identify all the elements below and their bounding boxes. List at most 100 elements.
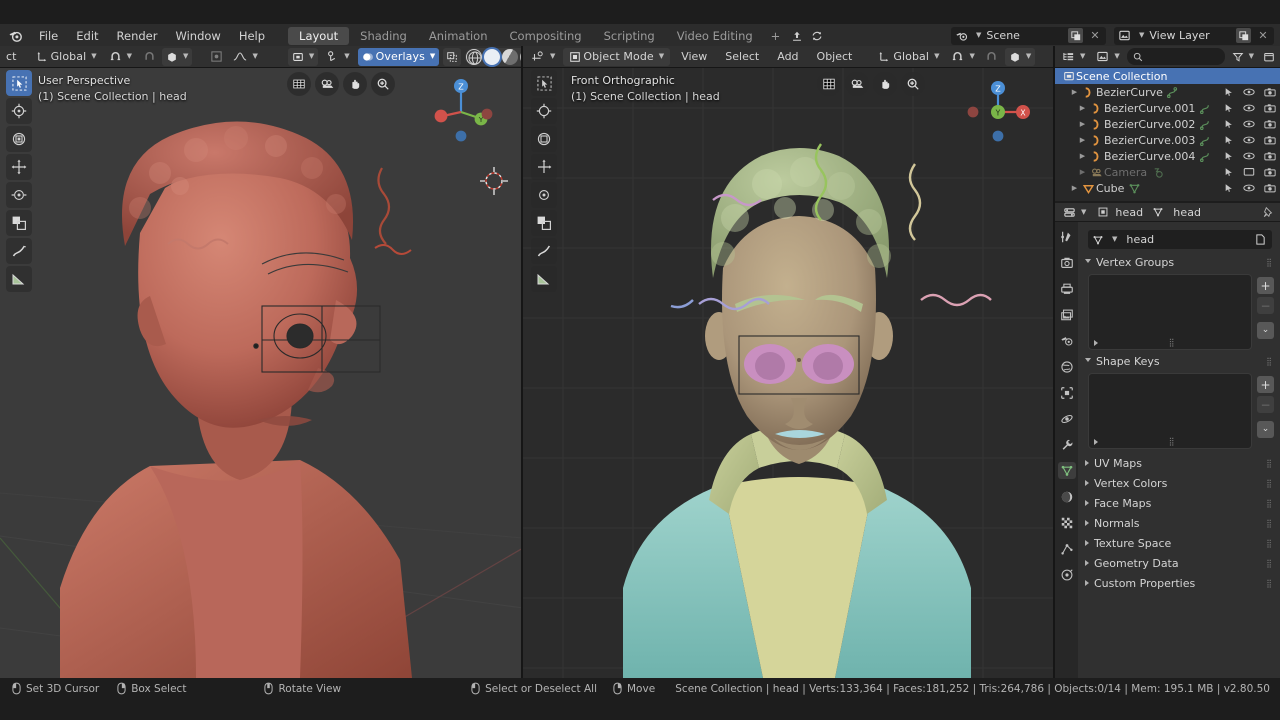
expand-arrow-icon[interactable]: ▶: [1069, 88, 1080, 96]
interaction-mode-dropdown[interactable]: Object Mode ▼: [563, 48, 670, 66]
new-collection-icon[interactable]: [1261, 51, 1277, 63]
camera-icon[interactable]: [1264, 135, 1276, 145]
physics-tab[interactable]: [1058, 410, 1076, 427]
properties-body[interactable]: ▼ head Vertex Groups ⣿ ⣿ + − ⌄ Shape Key…: [1078, 222, 1280, 678]
expand-arrow-icon[interactable]: ▶: [1077, 104, 1088, 112]
eye-icon[interactable]: [1243, 103, 1255, 113]
panel-header-vertex-colors[interactable]: Vertex Colors ⣿: [1078, 473, 1280, 493]
arrow-icon[interactable]: [1224, 103, 1234, 113]
shape-keys-list[interactable]: ⣿: [1088, 373, 1252, 449]
editor-type-dropdown[interactable]: ▼: [527, 48, 559, 66]
output-tab[interactable]: [1058, 280, 1076, 297]
outliner-id-filter-dropdown[interactable]: ▼: [1092, 48, 1123, 66]
workspace-tab-compositing[interactable]: Compositing: [499, 27, 593, 45]
remove-shape-key-button[interactable]: −: [1257, 396, 1274, 413]
refresh-icon[interactable]: [807, 30, 827, 42]
vertex-group-specials-button[interactable]: ⌄: [1257, 322, 1274, 339]
workspace-tab-animation[interactable]: Animation: [418, 27, 499, 45]
monitor-icon[interactable]: [1243, 167, 1255, 177]
transform-orientation-dropdown-right[interactable]: Global ▼: [874, 48, 943, 66]
upload-icon[interactable]: [787, 30, 807, 42]
transform-orientation-dropdown[interactable]: Global ▼: [32, 48, 101, 66]
add-shape-key-button[interactable]: +: [1257, 376, 1274, 393]
menu-edit[interactable]: Edit: [67, 24, 107, 48]
world-tab[interactable]: [1058, 358, 1076, 375]
move-tool[interactable]: [6, 126, 32, 152]
arrow-icon[interactable]: [1224, 167, 1234, 177]
workspace-tab-layout[interactable]: Layout: [288, 27, 349, 45]
shading-material-icon[interactable]: [502, 49, 518, 65]
viewport-left-mode-truncated[interactable]: ct: [6, 50, 17, 63]
properties-editor-type-dropdown[interactable]: ▼: [1059, 203, 1090, 221]
arrow-icon[interactable]: [1224, 119, 1234, 129]
constraints-tab[interactable]: [1058, 566, 1076, 583]
menu-file[interactable]: File: [30, 24, 67, 48]
object-data-tab[interactable]: [1058, 462, 1076, 479]
expand-arrow-icon[interactable]: ▶: [1077, 168, 1088, 176]
right-panel-splitter[interactable]: [1053, 46, 1055, 678]
outliner-search-input[interactable]: [1127, 48, 1225, 65]
snap-dropdown-right[interactable]: ▼: [947, 48, 978, 66]
shading-wireframe-icon[interactable]: [466, 49, 482, 65]
viewport-splitter[interactable]: [521, 46, 523, 678]
transform-tool-right[interactable]: [531, 210, 557, 236]
expand-arrow-icon[interactable]: ▶: [1077, 136, 1088, 144]
eye-icon[interactable]: [1243, 151, 1255, 161]
arrow-icon[interactable]: [1224, 151, 1234, 161]
eye-icon[interactable]: [1243, 183, 1255, 193]
scene-tab[interactable]: [1058, 332, 1076, 349]
outliner-row-camera[interactable]: ▶ Camera: [1055, 164, 1280, 180]
camera-icon[interactable]: [1264, 151, 1276, 161]
workspace-tab-video-editing[interactable]: Video Editing: [666, 27, 764, 45]
expand-arrow-ic[interactable]: ▶: [1069, 184, 1080, 192]
duplicate-icon[interactable]: [1236, 28, 1251, 43]
scale-tool[interactable]: [6, 182, 32, 208]
camera-icon[interactable]: [1264, 87, 1276, 97]
rotate-tool[interactable]: [6, 154, 32, 180]
mesh-data-icon[interactable]: [1148, 206, 1168, 218]
camera-view-icon[interactable]: [315, 72, 339, 96]
zoom-magnifier-icon[interactable]: [371, 72, 395, 96]
arrow-icon[interactable]: [1224, 135, 1234, 145]
cursor-tool[interactable]: [6, 98, 32, 124]
outliner[interactable]: Scene Collection ▶ BezierCurve ▶ BezierC…: [1055, 68, 1280, 201]
viewport-menu-select[interactable]: Select: [718, 48, 766, 66]
vertex-groups-list[interactable]: ⣿: [1088, 274, 1252, 350]
outliner-row-scene-collection[interactable]: Scene Collection: [1055, 68, 1280, 84]
blender-logo-icon[interactable]: [0, 24, 30, 48]
object-tab[interactable]: [1058, 384, 1076, 401]
viewport-menu-object[interactable]: Object: [810, 48, 860, 66]
measure-tool-right[interactable]: [531, 266, 557, 292]
xray-icon[interactable]: [443, 48, 461, 66]
view-layer-tab[interactable]: [1058, 306, 1076, 323]
arrow-icon[interactable]: [1224, 87, 1234, 97]
panel-header-normals[interactable]: Normals ⣿: [1078, 513, 1280, 533]
pan-hand-icon[interactable]: [873, 72, 897, 96]
viewport-left[interactable]: User Perspective (1) Scene Collection | …: [0, 68, 523, 678]
transform-tool[interactable]: [6, 210, 32, 236]
add-vertex-group-button[interactable]: +: [1257, 277, 1274, 294]
remove-vertex-group-button[interactable]: −: [1257, 297, 1274, 314]
panel-header-shape-keys[interactable]: Shape Keys ⣿: [1078, 353, 1280, 370]
panel-header-texture-space[interactable]: Texture Space ⣿: [1078, 533, 1280, 553]
outliner-row[interactable]: ▶ BezierCurve.002: [1055, 116, 1280, 132]
object-icon[interactable]: [1095, 206, 1110, 218]
cursor-tool-right[interactable]: [531, 98, 557, 124]
annotate-tool-right[interactable]: [531, 238, 557, 264]
outliner-row[interactable]: ▶ BezierCurve.003: [1055, 132, 1280, 148]
snap-magnet-toggle-icon[interactable]: [983, 50, 1001, 63]
outliner-row[interactable]: ▶ BezierCurve.001: [1055, 100, 1280, 116]
unlink-view-layer-icon[interactable]: ✕: [1256, 29, 1270, 42]
scene-selector[interactable]: ▼ Scene ✕: [951, 27, 1106, 45]
view-object-types-dropdown[interactable]: ▼: [288, 48, 318, 66]
viewport-right-axis-gizmo[interactable]: Z Y X: [961, 74, 1035, 148]
rotate-tool-right[interactable]: [531, 154, 557, 180]
viewport-menu-view[interactable]: View: [674, 48, 714, 66]
select-box-tool[interactable]: [6, 70, 32, 96]
viewport-left-axis-gizmo[interactable]: Z Y: [423, 74, 497, 148]
zoom-magnifier-icon[interactable]: [901, 72, 925, 96]
outliner-row-cube[interactable]: ▶ Cube: [1055, 180, 1280, 196]
menu-render[interactable]: Render: [108, 24, 167, 48]
shading-solid-icon[interactable]: [484, 49, 500, 65]
shading-mode-group[interactable]: [465, 48, 523, 66]
